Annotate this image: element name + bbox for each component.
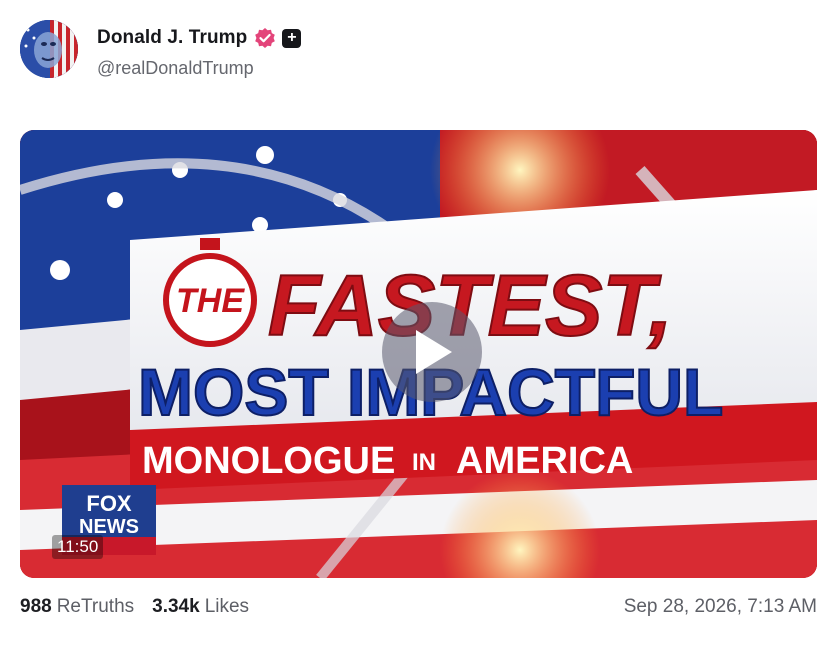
retruths-stat[interactable]: 988 ReTruths: [20, 596, 134, 618]
play-icon: [416, 330, 452, 374]
user-handle[interactable]: @realDonaldTrump: [97, 58, 301, 79]
likes-count: 3.34k: [152, 596, 200, 617]
post-timestamp[interactable]: Sep 28, 2026, 7:13 AM: [624, 596, 817, 618]
title-monologue: MONOLOGUE: [142, 440, 395, 482]
video-duration: 11:50: [52, 535, 104, 559]
title-in: IN: [412, 449, 436, 476]
post-stats: 988 ReTruths 3.34k Likes: [20, 596, 267, 618]
video-thumbnail[interactable]: THE FASTEST, MOST IMPACTFUL MONOLOGUE IN…: [20, 130, 817, 578]
retruths-count: 988: [20, 596, 52, 617]
avatar[interactable]: [20, 20, 78, 78]
verified-badge-icon: [254, 27, 276, 49]
author-info: Donald J. Trump + @realDonaldTrump: [97, 26, 302, 79]
svg-text:FOX: FOX: [86, 491, 132, 516]
post-header: Donald J. Trump + @realDonaldTrump: [20, 20, 302, 79]
play-button[interactable]: [382, 302, 482, 402]
title-the: THE: [176, 282, 245, 320]
plus-badge-icon: +: [282, 28, 302, 48]
avatar-image: [20, 20, 78, 78]
title-america: AMERICA: [456, 440, 633, 482]
likes-label: Likes: [204, 596, 250, 617]
retruths-label: ReTruths: [56, 596, 135, 617]
likes-stat[interactable]: 3.34k Likes: [152, 596, 249, 618]
display-name[interactable]: Donald J. Trump: [97, 27, 247, 49]
